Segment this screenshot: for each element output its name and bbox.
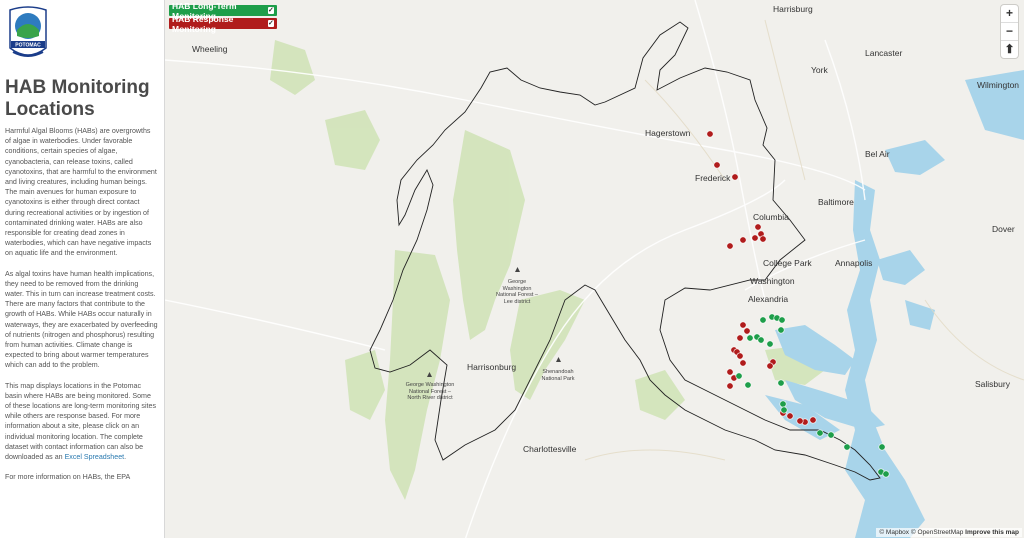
zoom-controls: + − ⬆ (1001, 5, 1018, 58)
health-paragraph: As algal toxins have human health implic… (5, 269, 158, 370)
basemap (165, 0, 1024, 538)
city-label-college-park: College Park (763, 258, 812, 268)
improve-map-link[interactable]: Improve this map (965, 529, 1019, 536)
city-label-washington: Washington (750, 276, 795, 286)
zoom-out-button[interactable]: − (1001, 23, 1018, 41)
city-label-york: York (811, 65, 828, 75)
city-label-harrisburg: Harrisburg (773, 4, 813, 14)
city-label-harrisonburg: Harrisonburg (467, 362, 517, 372)
legend-response-toggle[interactable]: HAB Response Monitoring ✓ (169, 14, 277, 34)
city-label-alexandria: Alexandria (748, 294, 789, 304)
mapbox-attribution-link[interactable]: © Mapbox (879, 529, 909, 536)
legend: HAB Long-Term Monitoring ✓ HAB Response M… (169, 1, 277, 34)
city-label-columbia: Columbia (753, 212, 789, 222)
city-label-hagerstown: Hagerstown (645, 128, 691, 138)
city-label-salisbury: Salisbury (975, 379, 1010, 389)
city-label-bel-air: Bel Air (865, 149, 890, 159)
osm-attribution-link[interactable]: © OpenStreetMap (911, 529, 963, 536)
city-label-wilmington: Wilmington (977, 80, 1020, 90)
compass-reset-button[interactable]: ⬆ (1001, 41, 1018, 58)
svg-text:POTOMAC: POTOMAC (15, 43, 41, 49)
sidebar: POTOMAC HAB Monitoring Locations Harmful… (0, 0, 165, 538)
epa-paragraph: For more information on HABs, the EPA (5, 473, 131, 482)
city-label-annapolis: Annapolis (835, 258, 873, 268)
city-label-frederick: Frederick (695, 173, 731, 183)
city-label-charlottesville: Charlottesville (523, 444, 577, 454)
city-label-lancaster: Lancaster (865, 48, 903, 58)
city-label-baltimore: Baltimore (818, 197, 854, 207)
map-attribution: © Mapbox © OpenStreetMap Improve this ma… (876, 528, 1022, 537)
checkbox-icon[interactable]: ✓ (267, 20, 274, 27)
map-info-paragraph: This map displays locations in the Potom… (5, 381, 157, 462)
intro-paragraph: Harmful Algal Blooms (HABs) are overgrow… (5, 127, 157, 258)
park-label-gw-north: George Washington National Forest – Nort… (405, 382, 455, 401)
park-label-gw-lee: George Washington National Forest – Lee … (496, 279, 538, 305)
potomac-logo: POTOMAC (9, 6, 47, 57)
park-label-shenandoah: Shenandoah National Park (541, 369, 575, 382)
city-label-wheeling: Wheeling (192, 44, 228, 54)
map-canvas[interactable]: Harrisburg Wheeling Lancaster York Wilmi… (165, 0, 1024, 538)
zoom-in-button[interactable]: + (1001, 5, 1018, 23)
page-title: HAB Monitoring Locations (5, 77, 150, 120)
checkbox-icon[interactable]: ✓ (267, 7, 274, 14)
excel-spreadsheet-link[interactable]: Excel Spreadsheet (65, 453, 125, 461)
city-label-dover: Dover (992, 224, 1015, 234)
